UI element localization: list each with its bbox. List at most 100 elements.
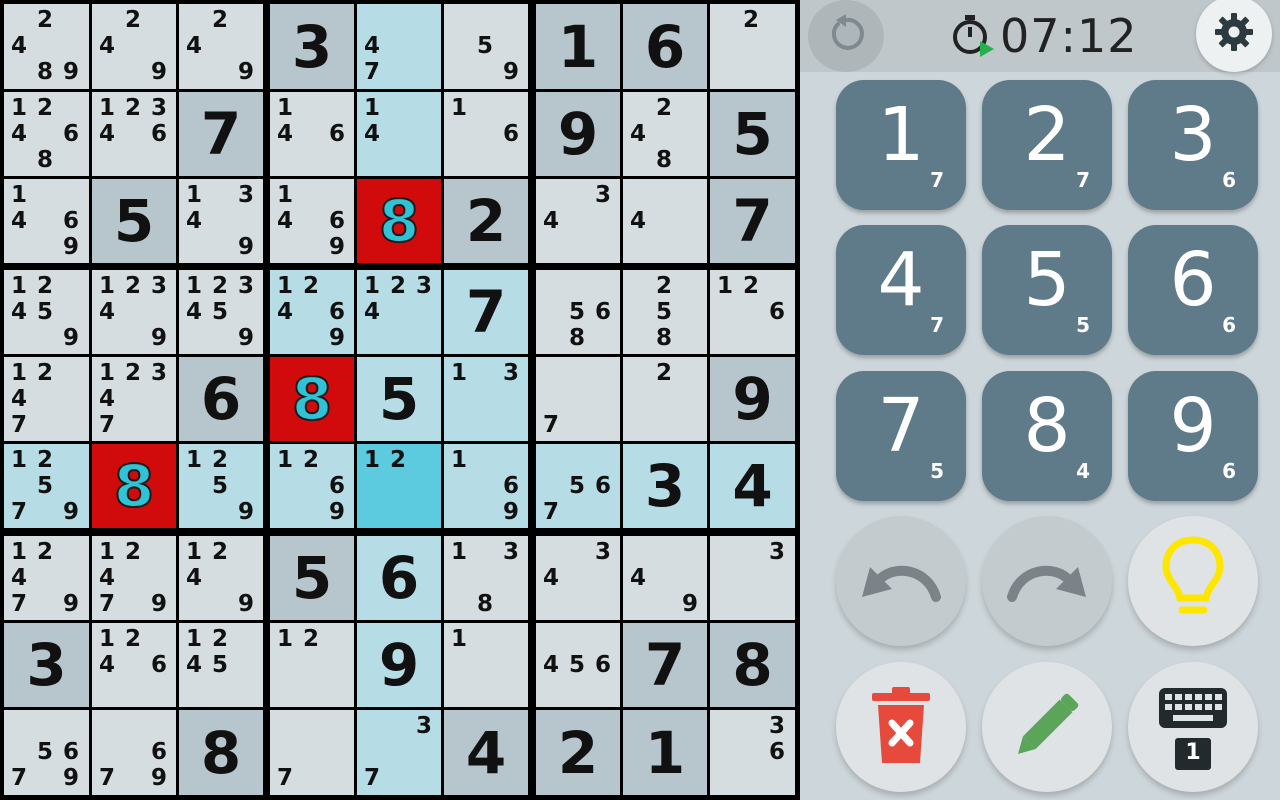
sudoku-cell[interactable]: 56 7	[536, 444, 620, 528]
sudoku-cell[interactable]: 1	[444, 623, 528, 707]
sudoku-cell[interactable]: 1 69	[444, 444, 528, 528]
sudoku-cell[interactable]: 7	[536, 357, 620, 441]
sudoku-cell[interactable]: 1247 9	[92, 536, 176, 620]
sudoku-cell[interactable]: 8	[710, 623, 795, 707]
sudoku-cell[interactable]: 123 4	[357, 270, 441, 354]
sudoku-cell[interactable]: 14 69	[4, 179, 89, 263]
sudoku-cell[interactable]: 12	[270, 623, 354, 707]
sudoku-cell[interactable]: 248	[623, 92, 707, 176]
sudoku-cell[interactable]: 1257 9	[4, 444, 89, 528]
number-key-4[interactable]: 47	[836, 225, 966, 355]
sudoku-cell[interactable]: 123 47	[92, 357, 176, 441]
sudoku-cell[interactable]: 2	[623, 357, 707, 441]
sudoku-cell[interactable]: 2	[536, 710, 620, 795]
sudoku-cell[interactable]: 7	[179, 92, 263, 176]
number-key-9[interactable]: 96	[1128, 371, 1258, 501]
sudoku-cell[interactable]: 123 4 6	[92, 92, 176, 176]
sudoku-cell[interactable]: 126	[710, 270, 795, 354]
sudoku-cell[interactable]: 6	[357, 536, 441, 620]
sudoku-cell[interactable]: 124 9	[179, 536, 263, 620]
sudoku-cell[interactable]: 14	[357, 92, 441, 176]
sudoku-cell[interactable]: 8	[179, 710, 263, 795]
sudoku-cell[interactable]: 124 69	[270, 270, 354, 354]
number-key-5[interactable]: 55	[982, 225, 1112, 355]
sudoku-cell[interactable]: 2	[444, 179, 528, 263]
sudoku-cell[interactable]: 1 38	[444, 536, 528, 620]
sudoku-cell[interactable]: 24 9	[179, 4, 263, 89]
sudoku-cell[interactable]: 59	[444, 4, 528, 89]
sudoku-cell[interactable]: 258	[623, 270, 707, 354]
pencil-button[interactable]	[982, 662, 1112, 792]
sudoku-cell[interactable]: 8	[270, 357, 354, 441]
number-key-7[interactable]: 75	[836, 371, 966, 501]
pencil-note: 1	[450, 538, 467, 565]
sudoku-cell[interactable]: 47	[357, 4, 441, 89]
sudoku-cell[interactable]: 568	[536, 270, 620, 354]
keyboard-mode-button[interactable]: 1	[1128, 662, 1258, 792]
sudoku-cell[interactable]: 12	[357, 444, 441, 528]
redo-button[interactable]	[982, 516, 1112, 646]
sudoku-cell[interactable]: 24 9	[92, 4, 176, 89]
sudoku-cell[interactable]: 1247	[4, 357, 89, 441]
sudoku-cell[interactable]: 1259	[179, 444, 263, 528]
sudoku-cell[interactable]: 34	[536, 179, 620, 263]
pencil-note: 9	[62, 324, 79, 351]
sudoku-cell[interactable]: 34	[536, 536, 620, 620]
sudoku-cell[interactable]: 3	[270, 4, 354, 89]
sudoku-cell[interactable]: 3	[710, 536, 795, 620]
sudoku-cell[interactable]: 1 3 4 9	[179, 179, 263, 263]
sudoku-cell[interactable]: 2	[710, 4, 795, 89]
sudoku-cell[interactable]: 1269	[270, 444, 354, 528]
sudoku-cell[interactable]: 13	[444, 357, 528, 441]
sudoku-cell[interactable]: 36	[710, 710, 795, 795]
sudoku-cell[interactable]: 7	[444, 270, 528, 354]
sudoku-cell[interactable]: 9	[710, 357, 795, 441]
number-key-2[interactable]: 27	[982, 80, 1112, 210]
sudoku-cell[interactable]: 1	[623, 710, 707, 795]
sudoku-cell[interactable]: 3	[623, 444, 707, 528]
sudoku-cell[interactable]: 9	[536, 92, 620, 176]
sudoku-cell[interactable]: 4	[444, 710, 528, 795]
sudoku-cell[interactable]: 1	[536, 4, 620, 89]
sudoku-cell[interactable]: 5	[357, 357, 441, 441]
sudoku-cell[interactable]: 7	[623, 623, 707, 707]
sudoku-cell[interactable]: 49	[623, 536, 707, 620]
sudoku-cell[interactable]: 6	[179, 357, 263, 441]
sudoku-cell[interactable]: 6	[623, 4, 707, 89]
number-key-1[interactable]: 17	[836, 80, 966, 210]
number-key-6[interactable]: 66	[1128, 225, 1258, 355]
sudoku-cell[interactable]: 7	[270, 710, 354, 795]
sudoku-cell[interactable]: 6 7 9	[92, 710, 176, 795]
sudoku-cell[interactable]: 16	[444, 92, 528, 176]
sudoku-cell[interactable]: 123 459	[179, 270, 263, 354]
pencil-note: 4	[185, 651, 202, 678]
sudoku-cell[interactable]: 3	[4, 623, 89, 707]
sudoku-cell[interactable]: 1247 9	[4, 536, 89, 620]
sudoku-cell[interactable]: 9	[357, 623, 441, 707]
number-key-8[interactable]: 84	[982, 371, 1112, 501]
restart-button[interactable]	[808, 0, 884, 72]
sudoku-cell[interactable]: 124 68	[4, 92, 89, 176]
sudoku-cell[interactable]: 1245	[179, 623, 263, 707]
sudoku-cell[interactable]: 4	[623, 179, 707, 263]
sudoku-cell[interactable]: 7	[710, 179, 795, 263]
sudoku-cell[interactable]: 124 6	[92, 623, 176, 707]
sudoku-cell[interactable]: 56 7 9	[4, 710, 89, 795]
sudoku-cell[interactable]: 5	[92, 179, 176, 263]
hint-button[interactable]	[1128, 516, 1258, 646]
sudoku-cell[interactable]: 123 4 9	[92, 270, 176, 354]
undo-button[interactable]	[836, 516, 966, 646]
sudoku-cell[interactable]: 8	[357, 179, 441, 263]
sudoku-cell[interactable]: 12459	[4, 270, 89, 354]
sudoku-cell[interactable]: 37	[357, 710, 441, 795]
sudoku-cell[interactable]: 2489	[4, 4, 89, 89]
sudoku-cell[interactable]: 8	[92, 444, 176, 528]
sudoku-cell[interactable]: 456	[536, 623, 620, 707]
sudoku-cell[interactable]: 14 6	[270, 92, 354, 176]
sudoku-cell[interactable]: 4	[710, 444, 795, 528]
sudoku-cell[interactable]: 5	[710, 92, 795, 176]
number-key-3[interactable]: 36	[1128, 80, 1258, 210]
sudoku-cell[interactable]: 5	[270, 536, 354, 620]
erase-button[interactable]	[836, 662, 966, 792]
sudoku-cell[interactable]: 14 69	[270, 179, 354, 263]
